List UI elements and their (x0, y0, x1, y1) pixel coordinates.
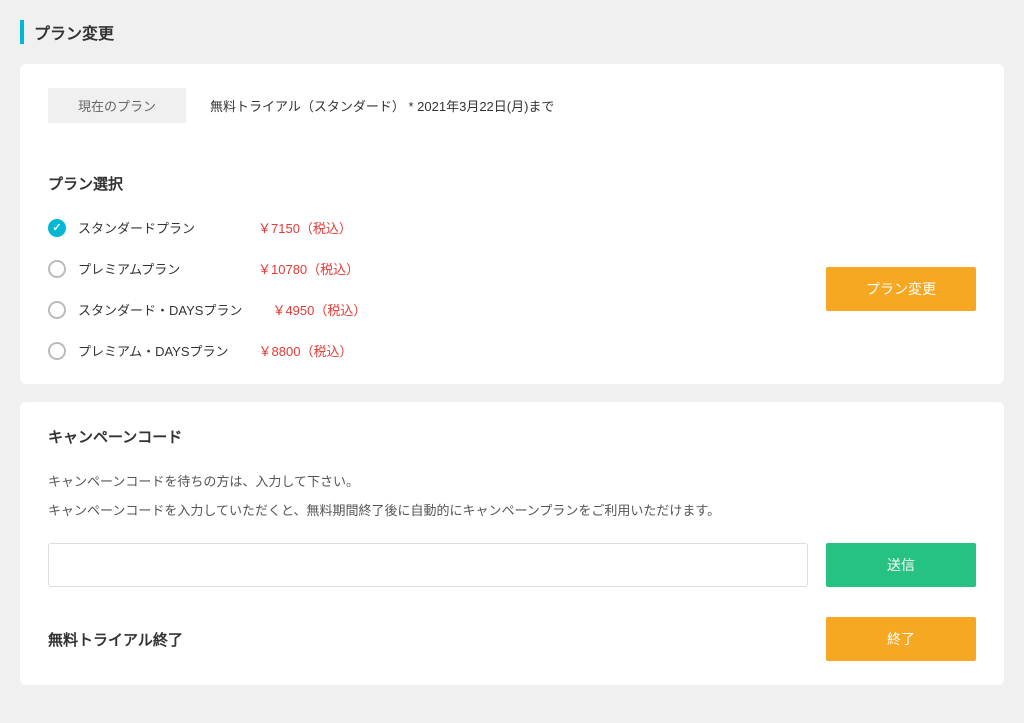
plan-name: プレミアムプラン (78, 259, 228, 278)
radio-icon (48, 301, 66, 319)
page-title: プラン変更 (20, 20, 1004, 44)
plan-option-standard[interactable]: スタンダードプラン ￥7150（税込） (48, 218, 366, 237)
radio-icon (48, 342, 66, 360)
current-plan-row: 現在のプラン 無料トライアル（スタンダード） * 2021年3月22日(月)まで (48, 88, 976, 123)
plan-price: ￥8800（税込） (259, 341, 353, 360)
plan-name: スタンダードプラン (78, 218, 228, 237)
plan-option-standard-days[interactable]: スタンダード・DAYSプラン ￥4950（税込） (48, 300, 366, 319)
plan-name: スタンダード・DAYSプラン (78, 300, 242, 319)
trial-end-button[interactable]: 終了 (826, 617, 976, 661)
plan-option-premium[interactable]: プレミアムプラン ￥10780（税込） (48, 259, 366, 278)
plan-change-button[interactable]: プラン変更 (826, 267, 976, 311)
radio-selected-icon (48, 219, 66, 237)
current-plan-value: 無料トライアル（スタンダード） * 2021年3月22日(月)まで (210, 96, 554, 115)
plan-option-premium-days[interactable]: プレミアム・DAYSプラン ￥8800（税込） (48, 341, 366, 360)
plan-options: スタンダードプラン ￥7150（税込） プレミアムプラン ￥10780（税込） … (48, 218, 366, 360)
campaign-heading: キャンペーンコード (48, 426, 976, 447)
campaign-desc-1: キャンペーンコードを待ちの方は、入力して下さい。 (48, 471, 976, 490)
plan-price: ￥7150（税込） (258, 218, 352, 237)
plan-selection-heading: プラン選択 (48, 173, 976, 194)
current-plan-label: 現在のプラン (48, 88, 186, 123)
plan-name: プレミアム・DAYSプラン (78, 341, 229, 360)
plan-price: ￥10780（税込） (258, 259, 359, 278)
campaign-code-input[interactable] (48, 543, 808, 587)
plan-card: 現在のプラン 無料トライアル（スタンダード） * 2021年3月22日(月)まで… (20, 64, 1004, 384)
trial-end-heading: 無料トライアル終了 (48, 629, 183, 650)
campaign-card: キャンペーンコード キャンペーンコードを待ちの方は、入力して下さい。 キャンペー… (20, 402, 1004, 685)
campaign-desc-2: キャンペーンコードを入力していただくと、無料期間終了後に自動的にキャンペーンプラ… (48, 500, 976, 519)
radio-icon (48, 260, 66, 278)
campaign-submit-button[interactable]: 送信 (826, 543, 976, 587)
plan-price: ￥4950（税込） (272, 300, 366, 319)
